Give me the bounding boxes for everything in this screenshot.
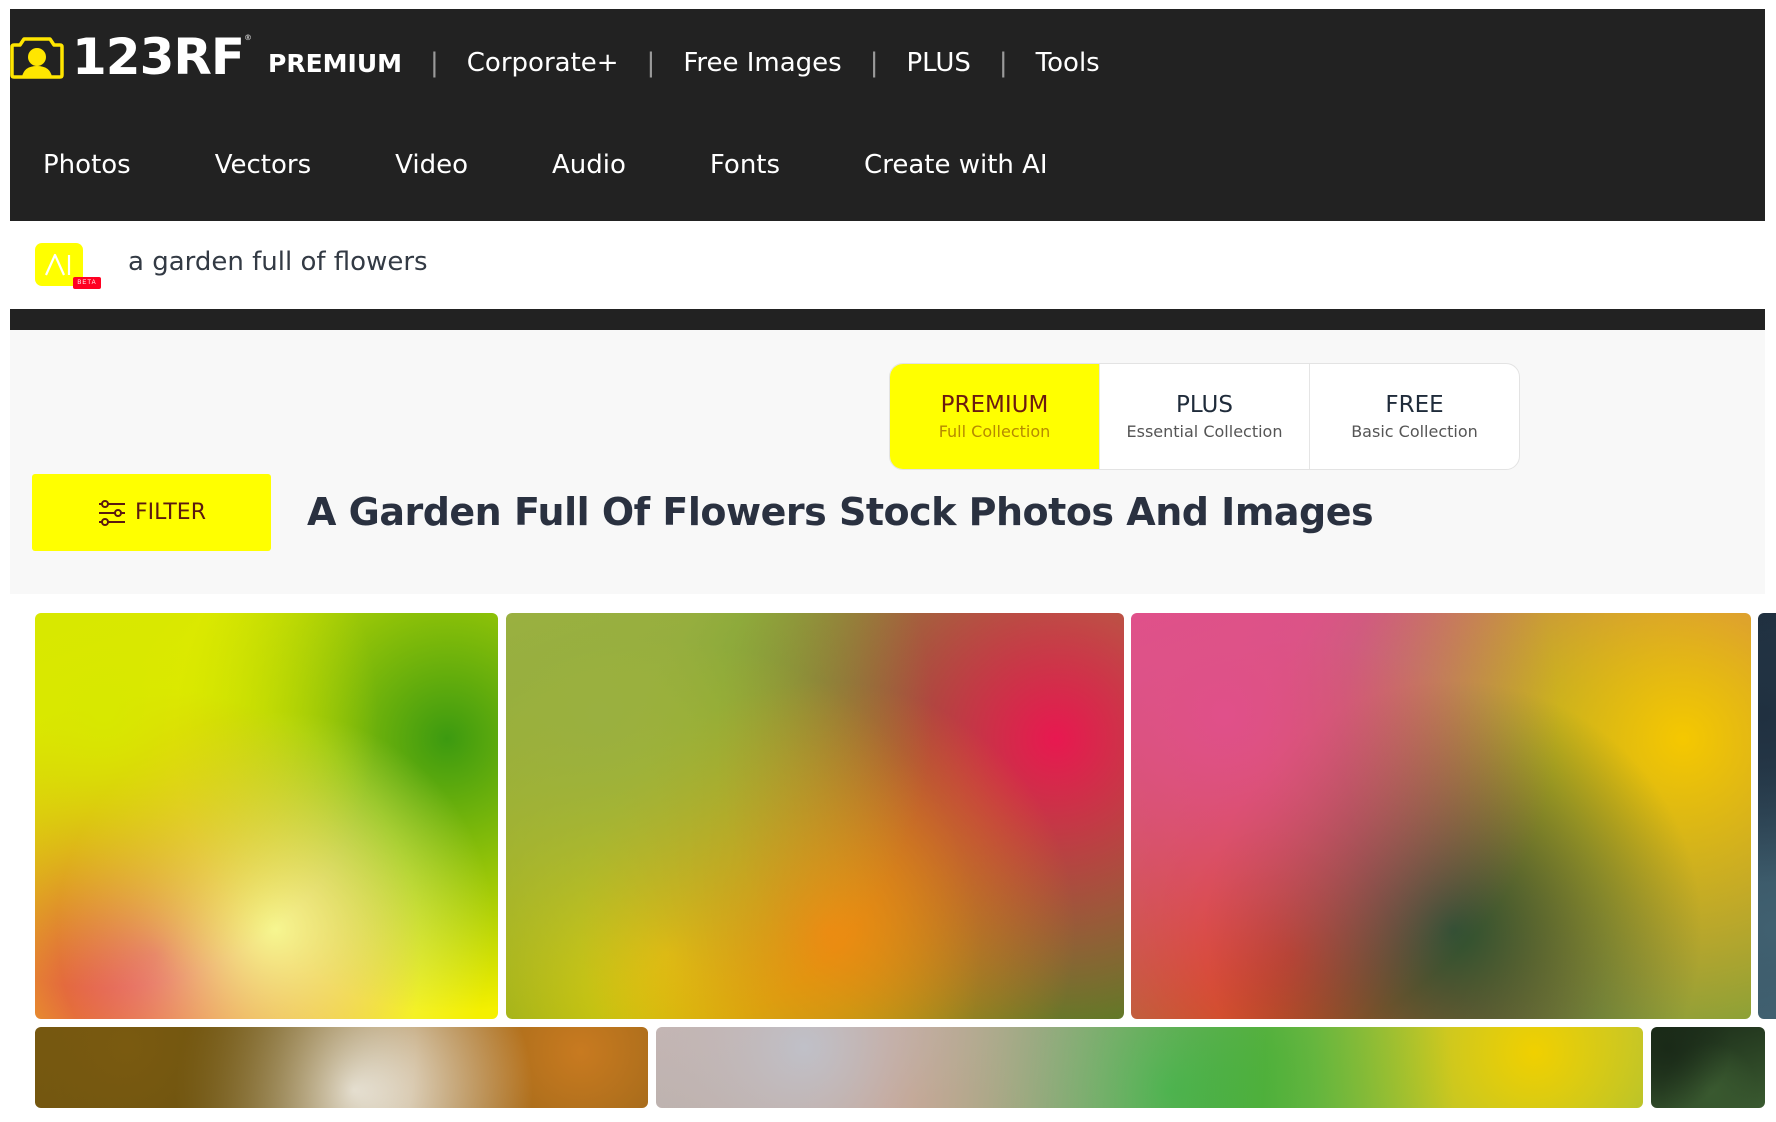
topnav-free-images[interactable]: Free Images [683,48,841,78]
topnav-premium[interactable]: PREMIUM [268,49,402,78]
topnav-tools[interactable]: Tools [1036,48,1100,78]
filter-label: FILTER [135,500,206,525]
collection-subtitle: Essential Collection [1126,422,1283,441]
result-image[interactable] [35,1027,648,1108]
collection-tab-free[interactable]: FREE Basic Collection [1309,364,1519,469]
logo[interactable]: 123RF® [10,28,252,86]
filter-button[interactable]: FILTER [32,474,271,551]
logo-wordmark: 123RF® [72,28,252,86]
site-header: 123RF® PREMIUM | Corporate+ | Free Image… [10,9,1765,221]
page-title: A Garden Full Of Flowers Stock Photos An… [307,490,1374,534]
sliders-icon [99,499,125,526]
result-image[interactable] [1131,613,1751,1019]
collection-subtitle: Full Collection [938,422,1051,441]
search-input[interactable]: a garden full of flowers [128,247,428,277]
topnav-corporate-plus[interactable]: Corporate+ [467,48,619,78]
result-image[interactable] [506,613,1124,1019]
collection-tab-premium[interactable]: PREMIUM Full Collection [890,364,1099,469]
nav-separator: | [869,48,879,78]
subnav-video[interactable]: Video [395,150,468,180]
nav-separator: | [646,48,656,78]
subnav-vectors[interactable]: Vectors [215,150,311,180]
topnav-plus[interactable]: PLUS [907,48,971,78]
nav-separator: | [430,48,439,78]
ai-search-bar: BETA a garden full of flowers [10,221,1765,309]
top-navigation: PREMIUM | Corporate+ | Free Images | PLU… [268,39,1100,87]
divider-strip [10,309,1765,330]
collection-title: PLUS [1176,392,1233,418]
subnav-create-with-ai[interactable]: Create with AI [864,150,1048,180]
result-image[interactable] [1651,1027,1765,1108]
collection-switcher: PREMIUM Full Collection PLUS Essential C… [889,363,1520,470]
result-image[interactable] [35,613,498,1019]
collection-subtitle: Basic Collection [1351,422,1478,441]
results-header: PREMIUM Full Collection PLUS Essential C… [10,330,1765,594]
nav-separator: | [998,48,1008,78]
collection-title: FREE [1385,392,1444,418]
collection-title: PREMIUM [940,392,1049,418]
beta-badge: BETA [73,277,101,289]
ai-icon [44,253,71,276]
category-navigation: Photos Vectors Video Audio Fonts Create … [43,143,1132,187]
subnav-audio[interactable]: Audio [552,150,626,180]
subnav-photos[interactable]: Photos [43,150,131,180]
camera-logo-icon [10,34,64,80]
result-image[interactable] [1758,613,1776,1019]
subnav-fonts[interactable]: Fonts [710,150,780,180]
collection-tab-plus[interactable]: PLUS Essential Collection [1099,364,1309,469]
result-image[interactable] [656,1027,1643,1108]
